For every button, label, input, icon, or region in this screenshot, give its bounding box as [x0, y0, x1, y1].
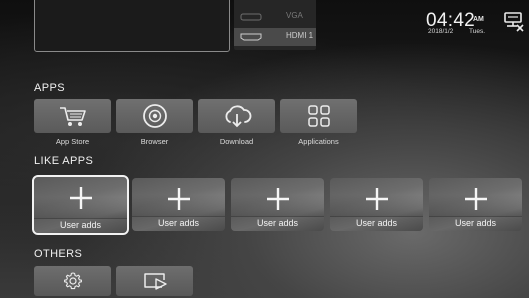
like-apps-section-title: LIKE APPS — [34, 155, 94, 167]
like-app-label: User adds — [429, 216, 522, 231]
like-app-tile-2[interactable]: User adds — [132, 178, 225, 231]
plus-icon — [464, 188, 487, 210]
like-app-tile-1[interactable]: User adds — [32, 175, 129, 235]
app-label-applications: Applications — [298, 137, 339, 146]
others-section-title: OTHERS — [34, 248, 83, 260]
app-tile-applications[interactable] — [280, 99, 357, 133]
browser-icon — [142, 104, 167, 128]
app-label-browser: Browser — [140, 137, 169, 146]
app-tile-browser[interactable] — [116, 99, 193, 133]
clock-ampm: AM — [473, 16, 484, 23]
plus-icon — [69, 187, 92, 209]
input-source-tile[interactable] — [116, 266, 193, 296]
app-label-app-store: App Store — [55, 137, 90, 146]
app-grid-icon — [307, 105, 330, 127]
plus-icon — [266, 188, 289, 210]
vga-port-icon — [240, 13, 262, 21]
app-tile-app-store[interactable] — [34, 99, 111, 133]
source-item-vga[interactable]: VGA — [234, 8, 316, 26]
source-item-hdmi1[interactable]: HDMI 1 — [234, 28, 316, 46]
plus-icon — [365, 188, 388, 210]
source-label: HDMI 1 — [286, 31, 314, 40]
like-app-label: User adds — [231, 216, 324, 231]
input-source-icon — [143, 273, 167, 290]
source-preview-window[interactable] — [34, 0, 230, 52]
source-label: VGA — [286, 11, 303, 20]
like-app-tile-5[interactable]: User adds — [429, 178, 522, 231]
network-disconnected-icon[interactable] — [503, 11, 525, 33]
like-app-tile-3[interactable]: User adds — [231, 178, 324, 231]
app-tile-download[interactable] — [198, 99, 275, 133]
cloud-download-icon — [225, 105, 251, 128]
like-app-tile-4[interactable]: User adds — [330, 178, 423, 231]
source-list: VGA HDMI 1 — [234, 0, 316, 50]
settings-gear-icon — [63, 272, 82, 290]
like-app-label: User adds — [34, 218, 127, 233]
like-app-label: User adds — [330, 216, 423, 231]
like-app-label: User adds — [132, 216, 225, 231]
cart-icon — [59, 107, 86, 126]
clock-day: Tues. — [469, 28, 486, 35]
clock-date: 2018/1/2 — [428, 28, 454, 35]
plus-icon — [167, 188, 190, 210]
hdmi-port-icon — [240, 33, 262, 41]
settings-tile[interactable] — [34, 266, 111, 296]
app-label-download: Download — [219, 137, 254, 146]
apps-section-title: APPS — [34, 82, 65, 94]
